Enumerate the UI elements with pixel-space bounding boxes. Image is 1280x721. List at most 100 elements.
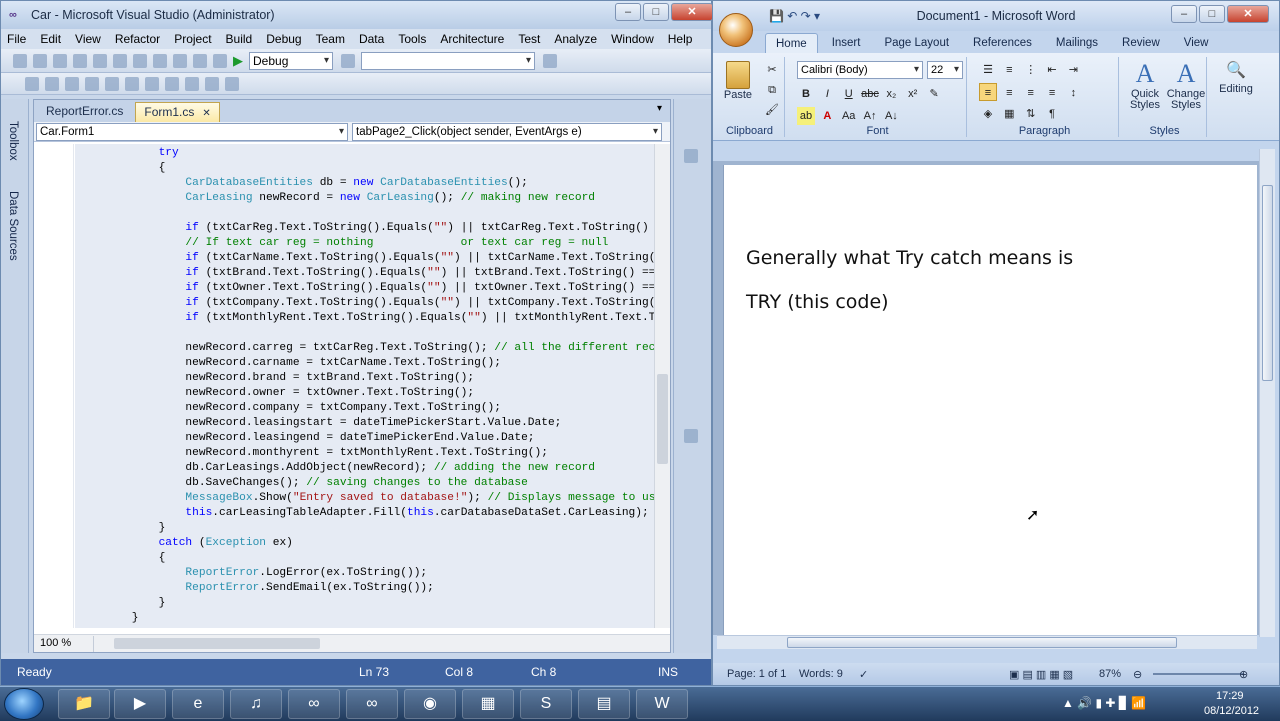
menu-view[interactable]: View: [75, 32, 101, 46]
body-line-1[interactable]: Generally what Try catch means is: [746, 247, 1073, 269]
cut-icon[interactable]: ✂: [763, 61, 781, 79]
proofing-icon[interactable]: ✓: [859, 668, 868, 681]
zoom-slider[interactable]: [1153, 673, 1243, 675]
save-icon[interactable]: [73, 53, 87, 68]
comment-icon[interactable]: [125, 76, 139, 91]
copy-icon[interactable]: ⧉: [763, 81, 781, 99]
bullets-icon[interactable]: ☰: [979, 61, 997, 79]
clock-time[interactable]: 17:29: [1216, 690, 1244, 702]
zoom-combo[interactable]: 100 %: [34, 635, 94, 652]
shrink-font-icon[interactable]: A↓: [882, 107, 900, 125]
member-list-icon[interactable]: [45, 76, 59, 91]
word-hscroll-thumb[interactable]: [787, 637, 1177, 648]
new-project-icon[interactable]: [13, 53, 27, 68]
editing-button[interactable]: 🔍 Editing: [1211, 59, 1261, 95]
tray-icons[interactable]: ▲ 🔊 ▮ ✚ ▊ 📶: [1062, 696, 1146, 710]
zoom-level[interactable]: 87%: [1099, 668, 1121, 680]
format-painter-icon[interactable]: 🖌: [763, 101, 781, 119]
minimize-button[interactable]: –: [615, 3, 641, 21]
solution-explorer-icon[interactable]: [543, 53, 557, 68]
font-color-icon[interactable]: A: [818, 107, 836, 125]
justify-icon[interactable]: ≡: [1043, 84, 1061, 102]
grow-font-icon[interactable]: A↑: [861, 107, 879, 125]
status-words[interactable]: Words: 9: [799, 668, 843, 680]
change-styles-button[interactable]: A Change Styles: [1165, 59, 1207, 111]
menu-window[interactable]: Window: [611, 32, 654, 46]
properties-icon[interactable]: [684, 429, 698, 443]
line-spacing-icon[interactable]: ↕: [1064, 84, 1082, 102]
change-case-icon[interactable]: Aa: [840, 107, 858, 125]
explorer-app-icon[interactable]: 📁: [58, 689, 110, 719]
menu-refactor[interactable]: Refactor: [115, 32, 160, 46]
close-button[interactable]: ✕: [671, 3, 713, 21]
decrease-indent-icon[interactable]: ⇤: [1043, 61, 1061, 79]
itunes-app-icon[interactable]: ♫: [230, 689, 282, 719]
underline-icon[interactable]: U: [840, 85, 858, 103]
clock-date[interactable]: 08/12/2012: [1204, 705, 1259, 717]
increase-indent-icon[interactable]: ⇥: [1064, 61, 1082, 79]
word-minimize-button[interactable]: –: [1171, 5, 1197, 23]
prev-bookmark-icon[interactable]: [205, 76, 219, 91]
word-vscroll-thumb[interactable]: [1262, 185, 1273, 381]
paste-button[interactable]: Paste: [723, 61, 753, 101]
document-page[interactable]: Generally what Try catch means is TRY (t…: [723, 165, 1257, 635]
word-app-icon[interactable]: W: [636, 689, 688, 719]
numbering-icon[interactable]: ≡: [1000, 61, 1018, 79]
menu-data[interactable]: Data: [359, 32, 384, 46]
navigate-icon[interactable]: [213, 53, 227, 68]
tab-home[interactable]: Home: [765, 33, 818, 53]
clear-bookmarks-icon[interactable]: [225, 76, 239, 91]
sort-icon[interactable]: ⇅: [1022, 105, 1040, 123]
source-code[interactable]: try { CarDatabaseEntities db = new CarDa…: [78, 146, 654, 626]
clear-formatting-icon[interactable]: ✎: [925, 85, 943, 103]
menu-team[interactable]: Team: [316, 32, 345, 46]
show-formatting-icon[interactable]: ¶: [1043, 105, 1061, 123]
class-combo[interactable]: Car.Form1: [36, 122, 348, 141]
align-right-icon[interactable]: ≡: [1022, 84, 1040, 102]
font-name-combo[interactable]: Calibri (Body): [797, 61, 923, 79]
office-button-icon[interactable]: [719, 13, 753, 47]
quick-info-icon[interactable]: [65, 76, 79, 91]
media-player-app-icon[interactable]: ▶: [114, 689, 166, 719]
cut-icon[interactable]: [113, 53, 127, 68]
zoom-in-icon[interactable]: ⊕: [1239, 668, 1248, 681]
highlight-icon[interactable]: ab: [797, 107, 815, 125]
format-icon[interactable]: [25, 76, 39, 91]
member-combo[interactable]: tabPage2_Click(object sender, EventArgs …: [352, 122, 662, 141]
menu-help[interactable]: Help: [668, 32, 693, 46]
editor-horizontal-scrollbar[interactable]: 100 %: [34, 634, 670, 652]
tab-references[interactable]: References: [963, 33, 1042, 53]
tab-review[interactable]: Review: [1112, 33, 1170, 53]
solution-explorer-pin-icon[interactable]: [684, 149, 698, 163]
status-page[interactable]: Page: 1 of 1: [727, 668, 786, 680]
start-button-icon[interactable]: [4, 688, 44, 720]
menu-architecture[interactable]: Architecture: [440, 32, 504, 46]
find-icon[interactable]: [341, 53, 355, 68]
italic-icon[interactable]: I: [818, 85, 836, 103]
vs-express-app-icon[interactable]: ∞: [346, 689, 398, 719]
indent-icon[interactable]: [85, 76, 99, 91]
tab-form1[interactable]: Form1.cs ✕: [135, 102, 220, 122]
multilevel-list-icon[interactable]: ⋮: [1022, 61, 1040, 79]
word-vertical-scrollbar[interactable]: [1259, 149, 1275, 637]
winrar-app-icon[interactable]: ▤: [578, 689, 630, 719]
internet-explorer-app-icon[interactable]: e: [172, 689, 224, 719]
next-bookmark-icon[interactable]: [185, 76, 199, 91]
menu-project[interactable]: Project: [174, 32, 211, 46]
find-combo[interactable]: [361, 51, 535, 70]
tab-insert[interactable]: Insert: [822, 33, 871, 53]
firefox-app-icon[interactable]: ◉: [404, 689, 456, 719]
tab-mailings[interactable]: Mailings: [1046, 33, 1108, 53]
menu-build[interactable]: Build: [226, 32, 253, 46]
align-center-icon[interactable]: ≡: [1000, 84, 1018, 102]
open-icon[interactable]: [53, 53, 67, 68]
borders-icon[interactable]: ▦: [1000, 105, 1018, 123]
align-left-icon[interactable]: ≡: [979, 83, 997, 101]
shading-icon[interactable]: ◈: [979, 105, 997, 123]
visual-studio-app-icon[interactable]: ∞: [288, 689, 340, 719]
menu-edit[interactable]: Edit: [40, 32, 61, 46]
body-line-2[interactable]: TRY (this code): [746, 291, 889, 313]
menu-file[interactable]: File: [7, 32, 26, 46]
superscript-icon[interactable]: x²: [904, 85, 922, 103]
subscript-icon[interactable]: x₂: [882, 85, 900, 103]
